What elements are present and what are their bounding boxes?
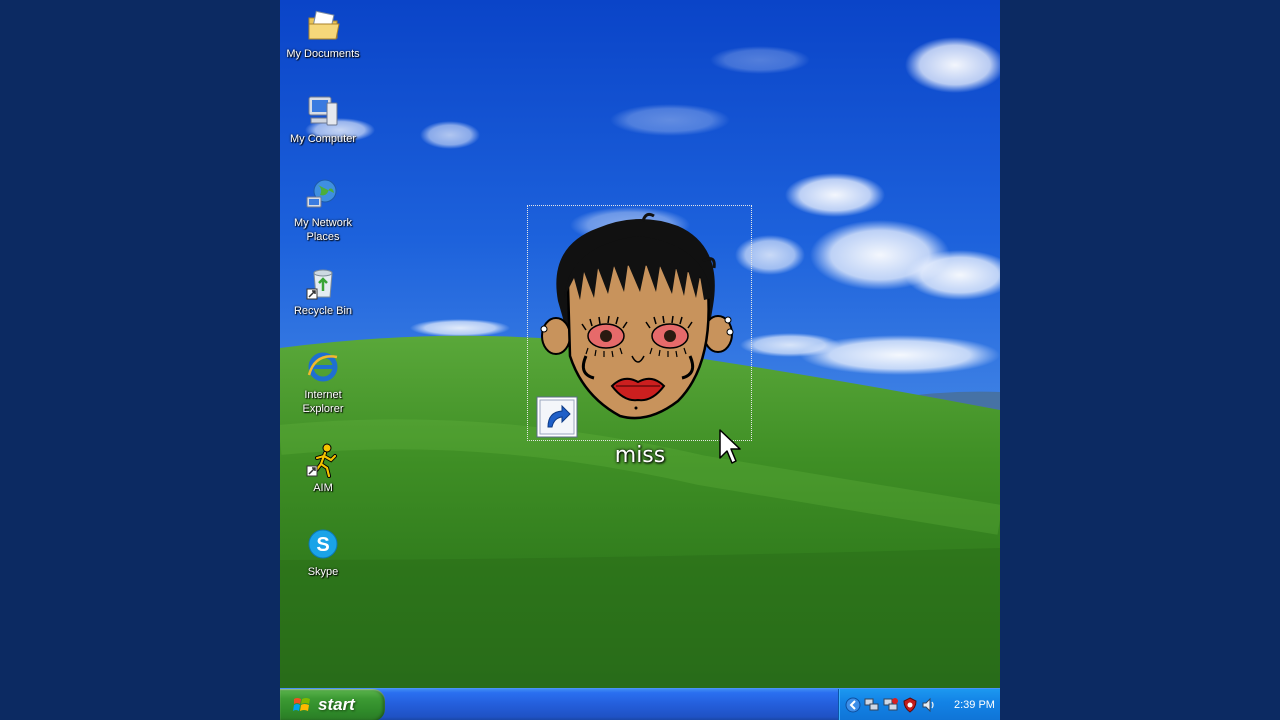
desktop-icon-label: My Network Places: [293, 217, 353, 243]
aim-running-man-icon: [306, 443, 337, 478]
skype-icon: S: [308, 529, 338, 559]
windows-logo-icon: [293, 698, 310, 711]
desktop-icon-my-computer[interactable]: My Computer: [280, 93, 366, 146]
show-hidden-icons-chevron-icon[interactable]: [845, 697, 861, 713]
selected-shortcut-miss[interactable]: [527, 205, 752, 441]
cartoon-face-icon: [536, 212, 734, 438]
desktop-screen: My Documents My Computer My Network Plac…: [280, 0, 1000, 720]
desktop-icon-label: Skype: [307, 566, 339, 578]
desktop-icon-internet-explorer[interactable]: Internet Explorer: [280, 349, 366, 416]
svg-text:S: S: [316, 534, 329, 556]
internet-explorer-icon: [307, 352, 338, 382]
desktop-icon-skype[interactable]: S Skype: [280, 526, 366, 579]
desktop-icon-label: My Documents: [286, 48, 360, 60]
desktop-icon-my-documents[interactable]: My Documents: [280, 8, 366, 61]
network-connection-icon[interactable]: [864, 697, 880, 713]
selected-shortcut-label: miss: [614, 443, 666, 468]
desktop-icon-label: AIM: [313, 482, 333, 494]
desktop-icon-my-network-places[interactable]: My Network Places: [280, 177, 366, 244]
computer-icon: [308, 96, 338, 126]
recycle-bin-icon: [306, 269, 333, 300]
system-tray: 2:39 PM: [838, 689, 1000, 720]
security-shield-icon[interactable]: [902, 697, 918, 713]
volume-icon[interactable]: [921, 697, 937, 713]
desktop-icon-label: Internet Explorer: [302, 389, 344, 415]
folder-documents-icon: [308, 10, 340, 40]
taskbar-clock[interactable]: 2:39 PM: [954, 699, 995, 711]
start-label: start: [318, 695, 355, 714]
desktop-icon-aim[interactable]: AIM: [280, 442, 366, 495]
start-button[interactable]: start: [280, 689, 385, 720]
desktop-icon-label: Recycle Bin: [293, 305, 353, 317]
taskbar: start 2:39 PM: [280, 688, 1000, 720]
desktop-icon-recycle-bin[interactable]: Recycle Bin: [280, 265, 366, 318]
network-connection-2-icon[interactable]: [883, 697, 899, 713]
desktop-icon-label: My Computer: [289, 133, 357, 145]
mouse-pointer-icon: [719, 429, 741, 464]
network-globe-icon: [306, 179, 337, 208]
